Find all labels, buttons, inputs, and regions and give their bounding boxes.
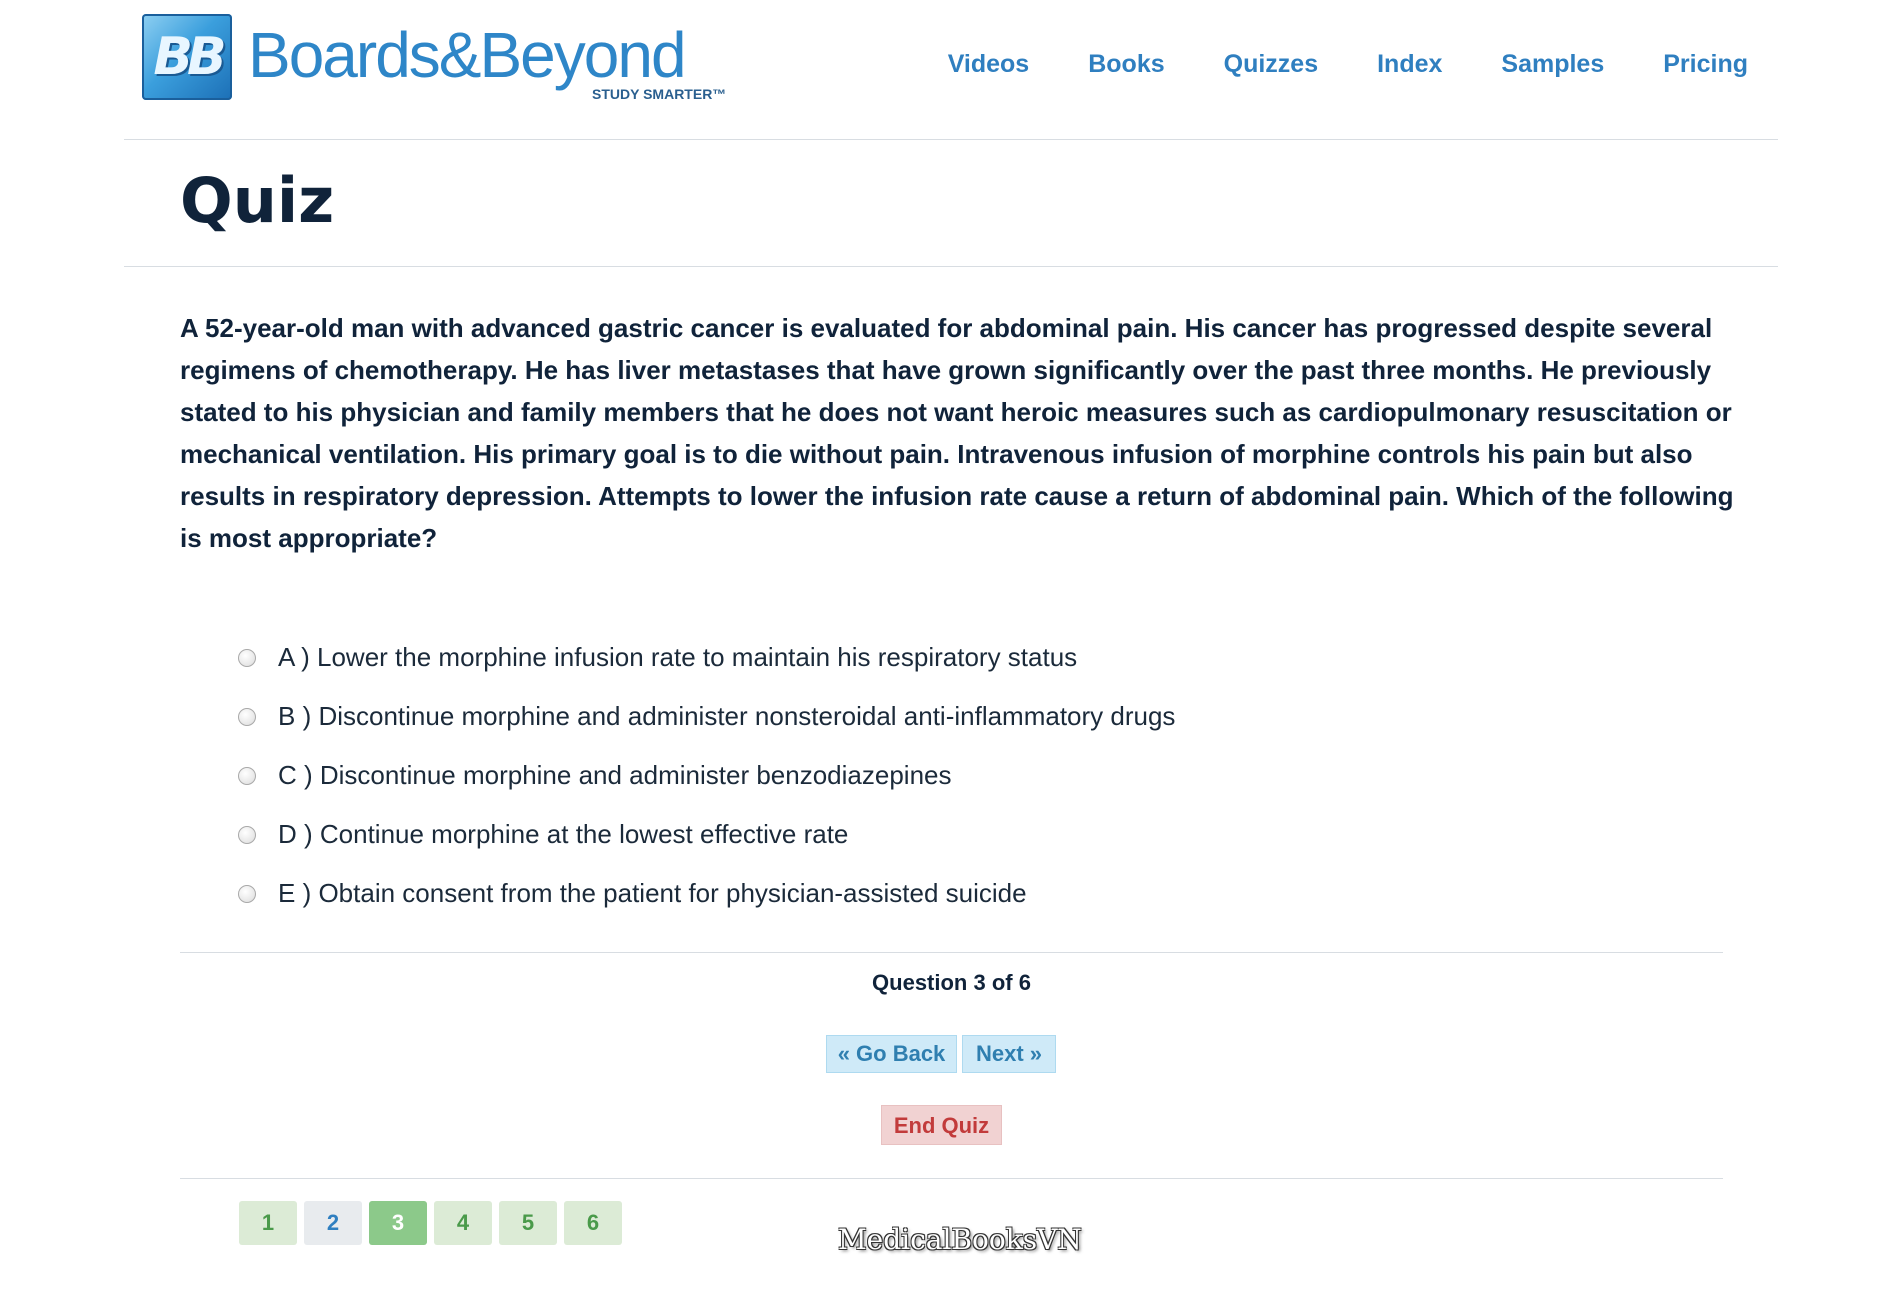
quiz-page: BB Boards&Beyond STUDY SMARTER™ Videos B…	[0, 0, 1899, 1298]
pager-item-3[interactable]: 3	[369, 1201, 427, 1245]
site-header: BB Boards&Beyond STUDY SMARTER™ Videos B…	[124, 0, 1778, 140]
pager-item-5[interactable]: 5	[499, 1201, 557, 1245]
page-title: Quiz	[180, 164, 335, 237]
nav-index[interactable]: Index	[1377, 48, 1442, 80]
answer-label[interactable]: B ) Discontinue morphine and administer …	[278, 701, 1175, 732]
question-pager: 1 2 3 4 5 6	[239, 1201, 622, 1245]
nav-samples[interactable]: Samples	[1501, 48, 1604, 80]
radio-button[interactable]	[238, 766, 256, 785]
logo-badge-icon: BB	[142, 14, 232, 100]
brand-logo[interactable]: BB Boards&Beyond STUDY SMARTER™	[142, 14, 726, 104]
radio-button[interactable]	[238, 884, 256, 903]
answer-option-e[interactable]: E ) Obtain consent from the patient for …	[238, 864, 1175, 923]
nav-videos[interactable]: Videos	[948, 48, 1030, 80]
answer-option-b[interactable]: B ) Discontinue morphine and administer …	[238, 687, 1175, 746]
answer-label[interactable]: A ) Lower the morphine infusion rate to …	[278, 642, 1077, 673]
end-quiz-button[interactable]: End Quiz	[881, 1105, 1002, 1145]
title-bar: Quiz	[124, 140, 1778, 267]
answer-list: A ) Lower the morphine infusion rate to …	[238, 628, 1175, 923]
answer-label[interactable]: E ) Obtain consent from the patient for …	[278, 878, 1027, 909]
answer-option-a[interactable]: A ) Lower the morphine infusion rate to …	[238, 628, 1175, 687]
nav-pricing[interactable]: Pricing	[1663, 48, 1748, 80]
answer-label[interactable]: C ) Discontinue morphine and administer …	[278, 760, 952, 791]
brand-tagline: STUDY SMARTER™	[592, 86, 727, 102]
brand-name: Boards&Beyond	[248, 19, 687, 91]
question-stem: A 52-year-old man with advanced gastric …	[180, 313, 1734, 553]
question-nav-buttons: « Go Back Next »	[826, 1035, 1056, 1073]
go-back-button[interactable]: « Go Back	[826, 1035, 957, 1073]
main-nav: Videos Books Quizzes Index Samples Prici…	[889, 48, 1748, 80]
pager-item-4[interactable]: 4	[434, 1201, 492, 1245]
watermark: MedicalBooksVN	[838, 1223, 1082, 1256]
divider	[180, 1178, 1723, 1179]
answer-option-d[interactable]: D ) Continue morphine at the lowest effe…	[238, 805, 1175, 864]
radio-button[interactable]	[238, 648, 256, 667]
nav-books[interactable]: Books	[1088, 48, 1164, 80]
answer-option-c[interactable]: C ) Discontinue morphine and administer …	[238, 746, 1175, 805]
answer-label[interactable]: D ) Continue morphine at the lowest effe…	[278, 819, 848, 850]
nav-quizzes[interactable]: Quizzes	[1224, 48, 1318, 80]
pager-item-1[interactable]: 1	[239, 1201, 297, 1245]
pager-item-2[interactable]: 2	[304, 1201, 362, 1245]
radio-button[interactable]	[238, 825, 256, 844]
divider	[180, 952, 1723, 953]
radio-button[interactable]	[238, 707, 256, 726]
logo-badge-text: BB	[153, 27, 226, 87]
next-button[interactable]: Next »	[962, 1035, 1056, 1073]
question-progress: Question 3 of 6	[872, 970, 1031, 995]
pager-item-6[interactable]: 6	[564, 1201, 622, 1245]
